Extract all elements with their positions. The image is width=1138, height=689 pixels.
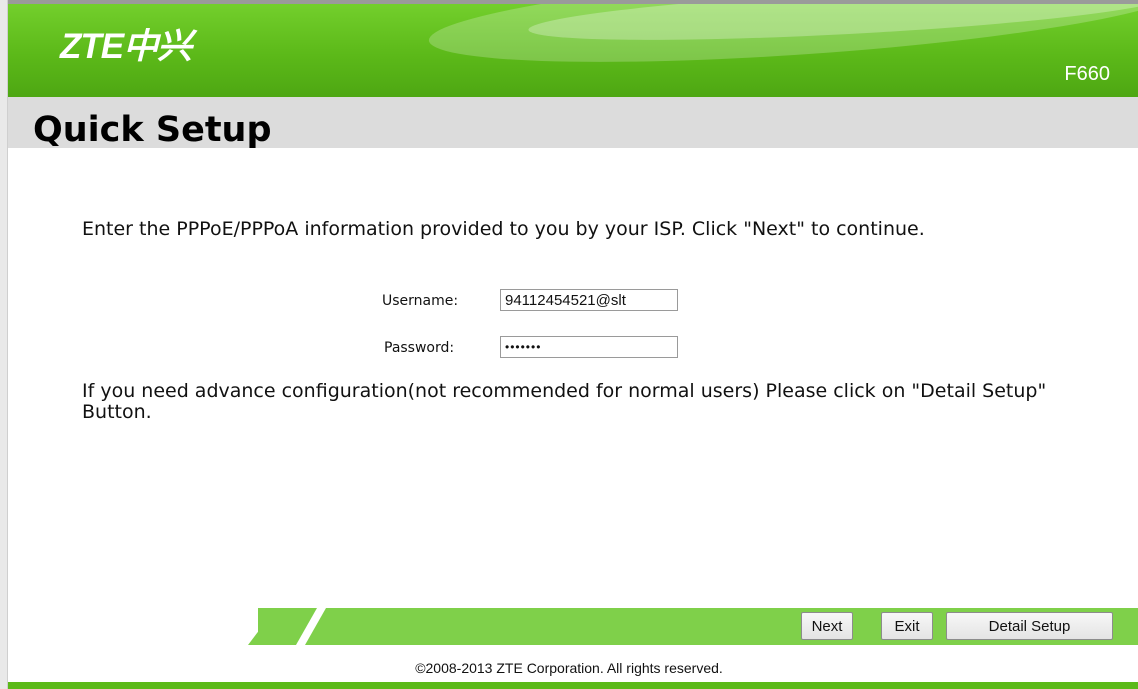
detail-setup-button[interactable]: Detail Setup — [946, 612, 1113, 640]
password-input[interactable] — [500, 336, 678, 358]
copyright-text: ©2008-2013 ZTE Corporation. All rights r… — [415, 660, 723, 676]
device-model: F660 — [1064, 63, 1110, 85]
header-banner: ZTE中兴 F660 — [8, 4, 1138, 97]
exit-button[interactable]: Exit — [881, 612, 933, 640]
advice-text: If you need advance configuration(not re… — [82, 380, 1047, 423]
username-input[interactable] — [500, 289, 678, 311]
password-label: Password: — [384, 340, 455, 356]
next-button[interactable]: Next — [801, 612, 853, 640]
page-title: Quick Setup — [33, 110, 272, 150]
intro-text: Enter the PPPoE/PPPoA information provid… — [82, 218, 925, 240]
username-label: Username: — [382, 293, 459, 309]
bottom-bar — [8, 682, 1138, 689]
left-frame-border — [0, 0, 8, 689]
zte-logo: ZTE中兴 — [60, 27, 192, 66]
